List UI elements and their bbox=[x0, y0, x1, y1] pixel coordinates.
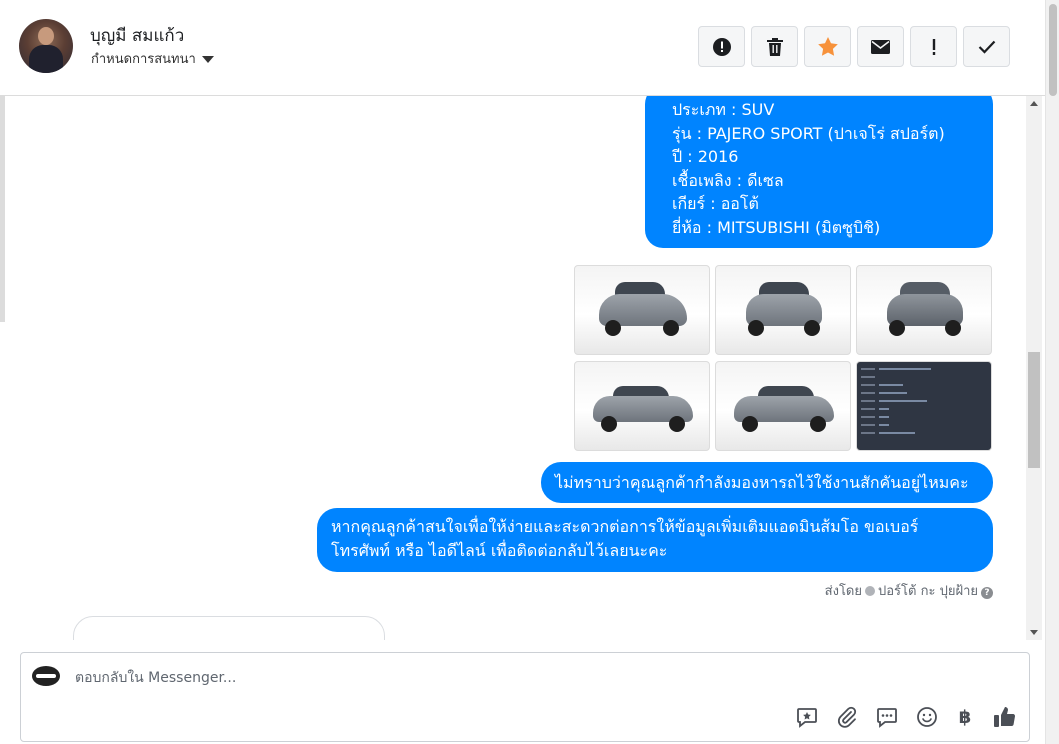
emoji-icon bbox=[917, 707, 937, 727]
delete-button[interactable] bbox=[751, 26, 798, 67]
saved-reply-icon bbox=[797, 708, 817, 728]
assign-conversation-dropdown[interactable]: กำหนดการสนทนา bbox=[91, 48, 214, 69]
reply-composer: ฿ bbox=[20, 652, 1030, 742]
payment-button[interactable]: ฿ bbox=[953, 705, 977, 729]
baht-icon: ฿ bbox=[958, 706, 972, 728]
car-detail-brand: ยี่ห้อ : MITSUBISHI (มิตซูบิชิ) bbox=[672, 217, 881, 237]
emoji-button[interactable] bbox=[915, 705, 939, 729]
scroll-up-arrow-icon[interactable] bbox=[1030, 101, 1038, 106]
sent-by-info: ส่งโดย ปอร์โต้ กะ ปุยฝ้าย? bbox=[705, 580, 993, 601]
car-detail-gear: เกียร์ : ออโต้ bbox=[672, 194, 759, 213]
caret-down-icon bbox=[201, 56, 214, 63]
mark-unread-button[interactable] bbox=[857, 26, 904, 67]
check-icon bbox=[978, 40, 995, 54]
star-icon bbox=[817, 37, 838, 56]
car-info-screenshot[interactable] bbox=[856, 361, 992, 451]
car-detail-model: รุ่น : PAJERO SPORT (ปาเจโร่ สปอร์ต) bbox=[672, 123, 945, 143]
question-message: ไม่ทราบว่าคุณลูกค้ากำลังมองหารถไว้ใช้งาน… bbox=[541, 462, 993, 503]
star-button[interactable] bbox=[804, 26, 851, 67]
assign-conversation-label: กำหนดการสนทนา bbox=[91, 52, 196, 67]
thumbs-up-icon bbox=[994, 707, 1016, 727]
check-circle-icon bbox=[865, 586, 875, 596]
conversation-header: บุญมี สมแก้ว กำหนดการสนทนา bbox=[0, 0, 1045, 96]
spam-button[interactable] bbox=[698, 26, 745, 67]
trash-icon bbox=[766, 37, 783, 56]
incoming-message-partial bbox=[73, 616, 385, 640]
scroll-down-arrow-icon[interactable] bbox=[1030, 630, 1038, 635]
car-photo-front-left[interactable] bbox=[574, 265, 710, 355]
envelope-icon bbox=[871, 39, 890, 54]
avatar[interactable] bbox=[19, 19, 73, 73]
mark-done-button[interactable] bbox=[963, 26, 1010, 67]
like-button[interactable] bbox=[993, 705, 1017, 729]
saved-reply-button[interactable] bbox=[795, 705, 819, 729]
follow-up-button[interactable] bbox=[910, 26, 957, 67]
message-thread[interactable]: ประเภท : SUV รุ่น : PAJERO SPORT (ปาเจโร… bbox=[5, 96, 1045, 640]
car-photo-front[interactable] bbox=[715, 265, 851, 355]
quick-reply-button[interactable] bbox=[875, 705, 899, 729]
car-detail-fuel: เชื้อเพลิง : ดีเซล bbox=[672, 170, 784, 190]
contact-request-message: หากคุณลูกค้าสนใจเพื่อให้ง่ายและสะดวกต่อก… bbox=[317, 508, 993, 572]
car-photo-side-left[interactable] bbox=[574, 361, 710, 451]
page-logo-icon bbox=[32, 666, 60, 686]
sent-by-prefix: ส่งโดย bbox=[824, 584, 862, 599]
contact-request-line-2: โทรศัพท์ หรือ ไอดีไลน์ เพื่อติดต่อกลับไว… bbox=[331, 540, 668, 560]
chat-bubble-icon bbox=[877, 708, 897, 728]
car-detail-year: ปี : 2016 bbox=[672, 147, 739, 166]
thread-scrollbar-thumb[interactable] bbox=[1028, 352, 1040, 468]
reply-input[interactable] bbox=[75, 667, 975, 689]
car-photo-rear[interactable] bbox=[856, 265, 992, 355]
question-circle-icon[interactable]: ? bbox=[981, 587, 993, 599]
exclamation-icon bbox=[932, 38, 935, 55]
exclamation-circle-icon bbox=[712, 37, 731, 56]
paperclip-icon bbox=[838, 706, 857, 728]
outer-scrollbar[interactable] bbox=[1045, 0, 1059, 744]
contact-name[interactable]: บุญมี สมแก้ว bbox=[90, 22, 184, 49]
contact-request-line-1: หากคุณลูกค้าสนใจเพื่อให้ง่ายและสะดวกต่อก… bbox=[331, 517, 919, 536]
car-details-message: ประเภท : SUV รุ่น : PAJERO SPORT (ปาเจโร… bbox=[645, 96, 993, 248]
thread-scrollbar[interactable] bbox=[1026, 96, 1042, 640]
car-detail-type: ประเภท : SUV bbox=[672, 100, 775, 119]
attach-button[interactable] bbox=[835, 705, 859, 729]
car-photo-side-right[interactable] bbox=[715, 361, 851, 451]
outer-scrollbar-thumb[interactable] bbox=[1049, 4, 1057, 96]
sent-by-name[interactable]: ปอร์โต้ กะ ปุยฝ้าย bbox=[878, 584, 978, 599]
